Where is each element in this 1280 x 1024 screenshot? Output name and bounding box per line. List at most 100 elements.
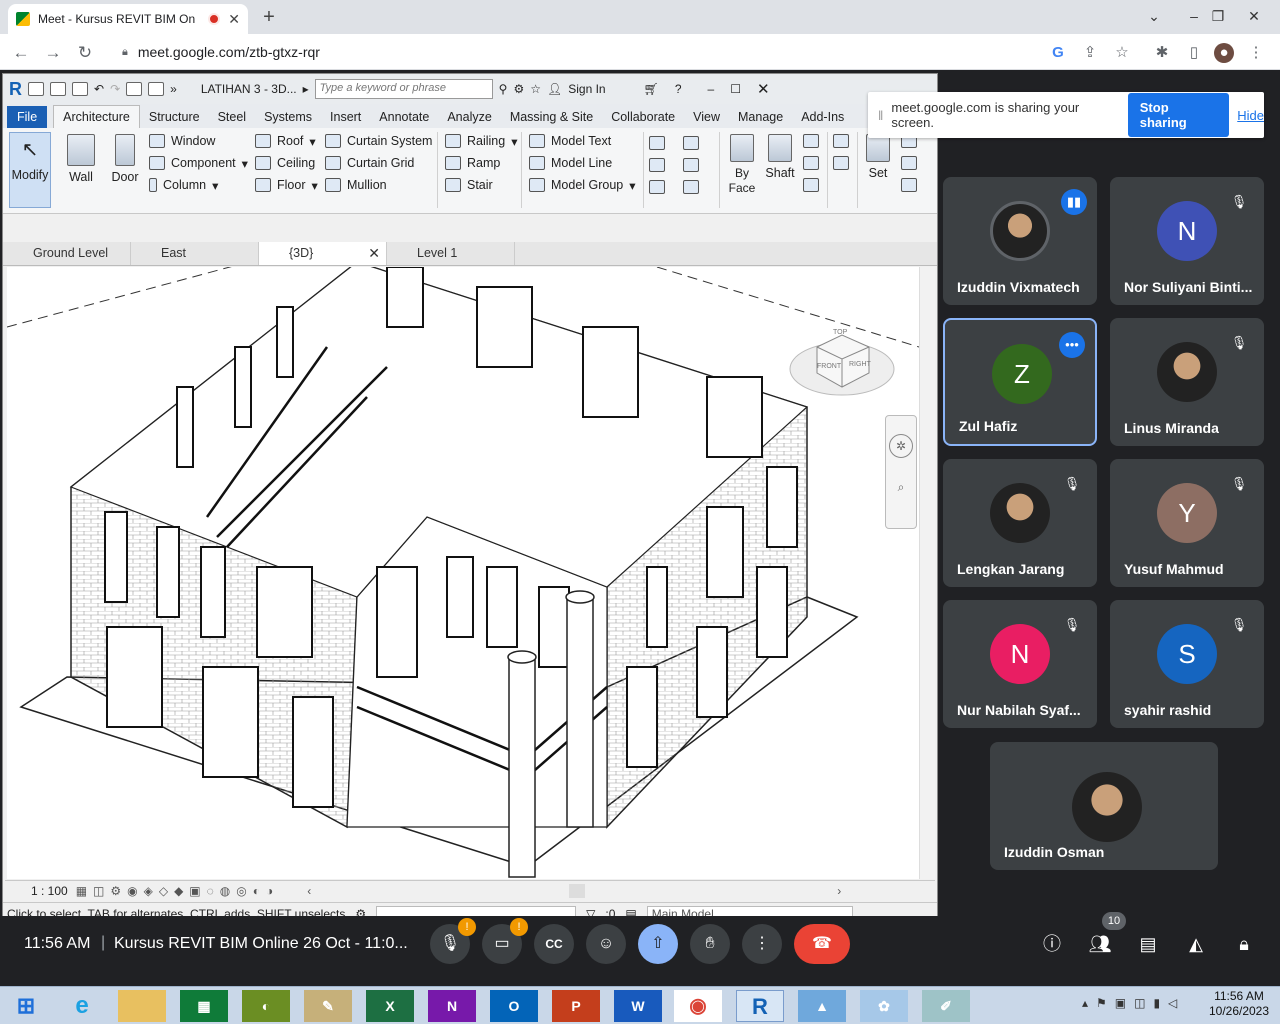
shaft-button[interactable]: Shaft [763, 134, 797, 180]
extensions-icon[interactable]: ✱ [1152, 43, 1172, 63]
emoji-button[interactable]: ☺ [586, 924, 626, 964]
captions-button[interactable]: CC [534, 924, 574, 964]
door-button[interactable]: Door [105, 134, 145, 184]
tab-insert[interactable]: Insert [321, 106, 370, 128]
more-options-button[interactable]: ⋮ [742, 924, 782, 964]
participant-tile[interactable]: Izuddin Osman [990, 742, 1218, 870]
tab-massing-site[interactable]: Massing & Site [501, 106, 602, 128]
new-tab-button[interactable]: + [256, 4, 282, 30]
menu-icon[interactable]: ⋮ [1246, 43, 1266, 63]
ceiling-button[interactable]: Ceiling [255, 152, 318, 174]
raise-hand-button[interactable]: ✋︎ [690, 924, 730, 964]
word-icon[interactable]: W [614, 990, 662, 1022]
sync-icon[interactable] [72, 82, 88, 96]
camera-button[interactable]: ▭ [482, 918, 528, 964]
level-icon[interactable] [833, 134, 849, 148]
open-icon[interactable] [28, 82, 44, 96]
tab-view[interactable]: View [684, 106, 729, 128]
participant-tile[interactable]: N 🎙︎ Nur Nabilah Syaf... [943, 600, 1097, 728]
system-tray-icons[interactable]: ▴⚑▣◫▮◁ [1082, 996, 1185, 1010]
separator-icon[interactable] [649, 180, 665, 194]
ramp-button[interactable]: Ramp [445, 152, 518, 174]
scroll-left-icon[interactable]: ‹ [307, 884, 311, 898]
photos-icon[interactable]: ▲ [798, 990, 846, 1022]
more-icon[interactable]: » [170, 82, 177, 96]
taskbar-clock[interactable]: 11:56 AM 10/26/2023 [1204, 989, 1274, 1019]
tab-architecture[interactable]: Architecture [53, 105, 140, 128]
revit-logo-icon[interactable]: R [9, 79, 22, 100]
save-icon[interactable] [50, 82, 66, 96]
roof-button[interactable]: Roof ▾ [255, 130, 318, 152]
subscription-icon[interactable]: ⚙ [513, 82, 524, 96]
favorites-star-icon[interactable]: ☆ [530, 82, 541, 96]
bookmark-star-icon[interactable]: ☆ [1112, 43, 1132, 63]
model-text-button[interactable]: Model Text [529, 130, 636, 152]
side-panel-icon[interactable]: ▯ [1184, 43, 1204, 63]
start-button-icon[interactable]: ⊞ [2, 990, 50, 1022]
revit-taskbar-icon[interactable]: R [736, 990, 784, 1022]
model-line-button[interactable]: Model Line [529, 152, 636, 174]
excel-icon[interactable]: X [366, 990, 414, 1022]
zoom-icon[interactable]: ⌕ [886, 480, 916, 495]
undo-icon[interactable]: ↶ [94, 82, 104, 96]
notes-icon[interactable]: ✐ [922, 990, 970, 1022]
powerpoint-icon[interactable]: P [552, 990, 600, 1022]
revit-close-button[interactable]: ✕ [757, 80, 770, 98]
view-tab-east[interactable]: East [131, 242, 259, 265]
microphone-button[interactable]: 🎙︎ [430, 918, 476, 964]
view-control-icons[interactable]: ▦◫⚙◉◈◇◆▣◌◍◎◐◑ [76, 884, 280, 898]
scroll-right-icon[interactable]: › [837, 884, 841, 898]
close-view-icon[interactable]: ✕ [368, 245, 380, 262]
more-options-icon[interactable]: ••• [1059, 332, 1085, 358]
leave-call-button[interactable]: ☎︎ [794, 924, 850, 964]
vertical-scrollbar[interactable] [919, 267, 935, 879]
tab-analyze[interactable]: Analyze [438, 106, 500, 128]
paint-palette-icon[interactable]: ✿ [860, 990, 908, 1022]
room-icon[interactable] [649, 136, 665, 150]
tab-collaborate[interactable]: Collaborate [602, 106, 684, 128]
curtain-system-button[interactable]: Curtain System [325, 130, 432, 152]
stair-button[interactable]: Stair [445, 174, 518, 196]
tab-manage[interactable]: Manage [729, 106, 792, 128]
tab-file[interactable]: File [7, 106, 48, 128]
spreadsheet-app-icon[interactable]: ▦ [180, 990, 228, 1022]
participant-tile[interactable]: S 🎙︎ syahir rashid [1110, 600, 1264, 728]
participant-tile[interactable]: ▮▮ Izuddin Vixmatech [943, 177, 1097, 305]
participant-tile[interactable]: Y 🎙︎ Yusuf Mahmud [1110, 459, 1264, 587]
3d-drawing-canvas[interactable]: TOP FRONT RIGHT ✲ ⌕ [6, 256, 920, 879]
view-tab-3d[interactable]: {3D} ✕ [259, 242, 387, 265]
meeting-details-icon[interactable]: ⓘ [1036, 928, 1068, 960]
ref-plane-icon[interactable] [901, 156, 917, 170]
column-button[interactable]: Column ▾ [149, 174, 248, 196]
back-icon[interactable]: ← [10, 42, 32, 64]
grid-icon[interactable] [833, 156, 849, 170]
viewcube[interactable]: TOP FRONT RIGHT [787, 307, 897, 403]
browser-tab[interactable]: Meet - Kursus REVIT BIM On ✕ [8, 4, 248, 34]
color-scheme-icon[interactable] [683, 180, 699, 194]
window-button[interactable]: Window [149, 130, 248, 152]
share-icon[interactable]: ⇪ [1080, 43, 1100, 63]
dormer-icon[interactable] [803, 178, 819, 192]
tab-systems[interactable]: Systems [255, 106, 321, 128]
participant-tile[interactable]: 🎙︎ Linus Miranda [1110, 318, 1264, 446]
participant-tile[interactable]: Z ••• Zul Hafiz [943, 318, 1097, 446]
participant-tile[interactable]: N 🎙︎ Nor Suliyani Binti... [1110, 177, 1264, 305]
hide-banner-link[interactable]: Hide [1237, 108, 1264, 123]
notepad-app-icon[interactable]: ✎ [304, 990, 352, 1022]
component-button[interactable]: Component ▾ [149, 152, 248, 174]
tab-steel[interactable]: Steel [209, 106, 256, 128]
area-icon[interactable] [683, 136, 699, 150]
tag-area-icon[interactable] [683, 158, 699, 172]
tab-annotate[interactable]: Annotate [370, 106, 438, 128]
google-icon[interactable]: G [1048, 43, 1068, 63]
file-explorer-icon[interactable] [118, 990, 166, 1022]
binoculars-icon[interactable]: ⚲ [499, 82, 508, 96]
chat-icon[interactable]: ▤ [1132, 928, 1164, 960]
model-group-button[interactable]: Model Group ▾ [529, 174, 636, 196]
set-button[interactable]: Set [861, 134, 895, 180]
drag-handle-icon[interactable]: ‖ [878, 108, 883, 123]
close-tab-icon[interactable]: ✕ [228, 11, 240, 28]
view-tab-level-1[interactable]: Level 1 [387, 242, 515, 265]
steering-wheel-icon[interactable]: ✲ [889, 434, 913, 458]
print-icon[interactable] [126, 82, 143, 96]
